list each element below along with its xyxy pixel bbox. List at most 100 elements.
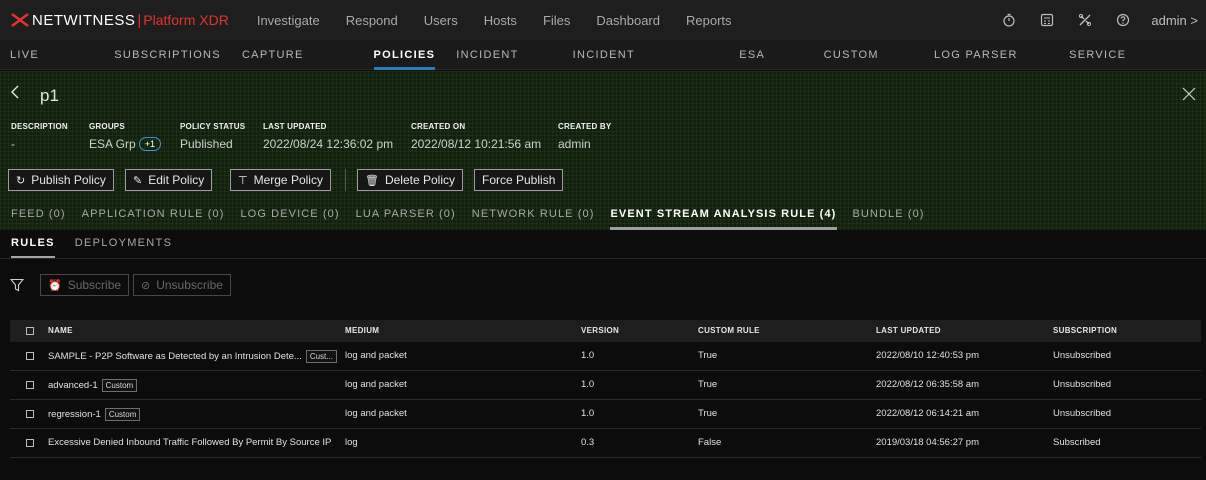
merge-policy-button[interactable]: ⊤ Merge Policy	[230, 169, 331, 191]
calculator-icon[interactable]	[1039, 12, 1055, 28]
rule-name-text: regression-1	[48, 409, 101, 420]
nav-investigate[interactable]: Investigate	[257, 13, 320, 28]
rule-custom: False	[698, 437, 722, 448]
column-last-updated[interactable]: LAST UPDATED	[876, 326, 941, 335]
table-row[interactable]: SAMPLE - P2P Software as Detected by an …	[10, 342, 1201, 371]
close-icon[interactable]	[1182, 87, 1196, 101]
refresh-icon: ↻	[16, 174, 26, 187]
subnav-policies[interactable]: POLICIES	[373, 40, 436, 70]
top-bar: NETWITNESS | Platform XDR Investigate Re…	[0, 0, 1206, 40]
rules-tabs: RULES DEPLOYMENTS	[0, 231, 192, 259]
edit-icon: ✎	[133, 174, 143, 187]
force-publish-button[interactable]: Force Publish	[474, 169, 564, 191]
rule-custom: True	[698, 379, 718, 390]
user-menu[interactable]: admin >	[1151, 13, 1198, 28]
subnav-esa-rules[interactable]: ESA RULES	[739, 40, 802, 91]
unsubscribe-button[interactable]: ⊘ Unsubscribe	[133, 274, 231, 296]
rule-name[interactable]: regression-1 Custom	[48, 408, 141, 421]
user-name: admin	[1151, 12, 1187, 28]
rule-custom: True	[698, 350, 718, 361]
last-updated-label: LAST UPDATED	[263, 122, 327, 131]
netwitness-logo-icon	[11, 13, 29, 27]
column-subscription[interactable]: SUBSCRIPTION	[1053, 326, 1117, 335]
subnav-capture-policies[interactable]: CAPTURE POLICIES	[242, 40, 353, 91]
groups-label: GROUPS	[89, 122, 125, 131]
policy-header: p1 DESCRIPTION - GROUPS ESA Grp +1 POLICY…	[0, 71, 1206, 230]
table-header: NAME MEDIUM VERSION CUSTOM RULE LAST UPD…	[10, 320, 1201, 342]
merge-icon: ⊤	[238, 174, 248, 187]
nav-files[interactable]: Files	[543, 13, 570, 28]
column-medium[interactable]: MEDIUM	[345, 326, 379, 335]
tab-application-rule[interactable]: APPLICATION RULE (0)	[82, 200, 225, 230]
row-checkbox[interactable]	[26, 381, 34, 389]
rule-version: 1.0	[581, 350, 595, 361]
row-checkbox[interactable]	[26, 410, 34, 418]
tools-icon[interactable]	[1077, 12, 1093, 28]
nav-reports[interactable]: Reports	[686, 13, 732, 28]
trash-icon: 🗑	[365, 174, 379, 187]
subnav-subscriptions[interactable]: SUBSCRIPTIONS	[114, 40, 221, 70]
rule-name-text: Excessive Denied Inbound Traffic Followe…	[48, 437, 332, 448]
rule-version: 1.0	[581, 379, 595, 390]
filter-icon[interactable]	[10, 278, 24, 292]
tab-feed[interactable]: FEED (0)	[11, 200, 66, 230]
back-arrow-icon[interactable]	[10, 85, 20, 99]
toolbar-divider	[345, 169, 346, 191]
subnav-incident-rules[interactable]: INCIDENT RULES	[456, 40, 551, 91]
subscribe-button[interactable]: ⏰ Subscribe	[40, 274, 130, 296]
column-name[interactable]: NAME	[48, 326, 73, 335]
tab-network-rule[interactable]: NETWORK RULE (0)	[472, 200, 595, 230]
column-version[interactable]: VERSION	[581, 326, 619, 335]
custom-tag: Custom	[104, 408, 141, 421]
timer-icon[interactable]	[1001, 12, 1017, 28]
help-icon[interactable]	[1115, 12, 1131, 28]
rule-last-updated: 2019/03/18 04:56:27 pm	[876, 437, 980, 448]
rule-name[interactable]: advanced-1 Custom	[48, 379, 138, 392]
groups-name: ESA Grp	[89, 137, 136, 151]
rule-version: 1.0	[581, 408, 595, 419]
tab-log-device[interactable]: LOG DEVICE (0)	[240, 200, 339, 230]
tab-event-stream-analysis-rule[interactable]: EVENT STREAM ANALYSIS RULE (4)	[609, 200, 838, 230]
tab-deployments[interactable]: DEPLOYMENTS	[75, 231, 172, 258]
nav-hosts[interactable]: Hosts	[484, 13, 517, 28]
edit-policy-button[interactable]: ✎ Edit Policy	[125, 169, 213, 191]
force-publish-label: Force Publish	[482, 173, 556, 187]
subnav-incident-notifications[interactable]: INCIDENT NOTIFICATIONS	[573, 40, 719, 91]
rule-name[interactable]: SAMPLE - P2P Software as Detected by an …	[48, 350, 337, 363]
table-row[interactable]: advanced-1 Custom log and packet 1.0 True…	[10, 371, 1201, 400]
groups-more-badge[interactable]: +1	[138, 137, 161, 151]
rule-medium: log	[345, 437, 358, 448]
tab-lua-parser[interactable]: LUA PARSER (0)	[356, 200, 456, 230]
subnav-service-topology[interactable]: SERVICE TOPOLOGY	[1069, 40, 1185, 91]
table-row[interactable]: regression-1 Custom log and packet 1.0 Tr…	[10, 400, 1201, 429]
chevron-right-icon: >	[1190, 12, 1198, 28]
row-checkbox[interactable]	[26, 439, 34, 447]
logo[interactable]: NETWITNESS | Platform XDR	[10, 0, 229, 40]
alarm-off-icon: ⊘	[141, 279, 151, 292]
delete-policy-button[interactable]: 🗑 Delete Policy	[357, 169, 463, 191]
publish-policy-button[interactable]: ↻ Publish Policy	[8, 169, 114, 191]
rule-last-updated: 2022/08/10 12:40:53 pm	[876, 350, 980, 361]
delete-policy-label: Delete Policy	[384, 173, 455, 187]
select-all-checkbox[interactable]	[26, 327, 34, 335]
tab-rules[interactable]: RULES	[11, 231, 55, 259]
edit-policy-label: Edit Policy	[148, 173, 205, 187]
nav-users[interactable]: Users	[424, 13, 458, 28]
rule-name[interactable]: Excessive Denied Inbound Traffic Followe…	[48, 437, 331, 448]
subnav-log-parser-rules[interactable]: LOG PARSER RULES	[934, 40, 1048, 91]
subnav-custom-feeds[interactable]: CUSTOM FEEDS	[824, 40, 913, 91]
created-by-value: admin	[558, 137, 591, 151]
row-checkbox[interactable]	[26, 352, 34, 360]
nav-dashboard[interactable]: Dashboard	[596, 13, 660, 28]
created-on-label: CREATED ON	[411, 122, 466, 131]
nav-respond[interactable]: Respond	[346, 13, 398, 28]
rule-version: 0.3	[581, 437, 595, 448]
tab-bundle[interactable]: BUNDLE (0)	[852, 200, 924, 230]
rule-name-text: advanced-1	[48, 380, 98, 391]
subscribe-label: Subscribe	[67, 278, 122, 292]
unsubscribe-label: Unsubscribe	[156, 278, 223, 292]
table-row[interactable]: Excessive Denied Inbound Traffic Followe…	[10, 429, 1201, 458]
rule-custom: True	[698, 408, 718, 419]
column-custom-rule[interactable]: CUSTOM RULE	[698, 326, 760, 335]
subnav-live-content[interactable]: LIVE CONTENT	[10, 40, 93, 91]
